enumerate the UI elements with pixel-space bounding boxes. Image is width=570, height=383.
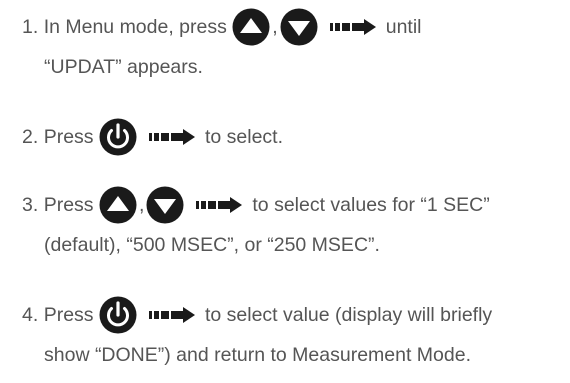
step-text: Press — [43, 126, 94, 148]
step-3: 3. Press , to select values for “1 SEC” … — [22, 185, 490, 265]
power-button-icon — [99, 296, 137, 334]
step-text: until — [385, 16, 422, 38]
arrow-right-icon — [148, 307, 195, 323]
step-text: “UPDAT” appears. — [44, 56, 203, 78]
separator-comma: , — [138, 194, 145, 216]
step-text: show “DONE”) and return to Measurement M… — [44, 344, 472, 366]
arrow-right-icon — [196, 197, 243, 213]
step-text: to select value (display will briefly — [204, 304, 493, 326]
step-text: to select values for “1 SEC” — [252, 194, 490, 216]
up-button-icon — [99, 186, 137, 224]
step-number: 3. — [22, 194, 39, 216]
step-number: 4. — [22, 304, 39, 326]
step-number: 2. — [22, 126, 39, 148]
separator-comma: , — [272, 16, 278, 38]
down-button-icon — [280, 8, 318, 46]
power-button-icon — [99, 118, 137, 156]
step-text: Press — [43, 304, 94, 326]
step-text: (default), “500 MSEC”, or “250 MSEC”. — [44, 234, 380, 256]
step-text: In Menu mode, press — [43, 16, 227, 38]
arrow-right-icon — [329, 19, 376, 35]
up-button-icon — [232, 8, 270, 46]
step-text: Press — [43, 194, 94, 216]
step-number: 1. — [22, 16, 39, 38]
step-text: to select. — [204, 126, 284, 148]
step-4: 4. Press to select value (display will b… — [22, 295, 492, 375]
down-button-icon — [146, 186, 184, 224]
step-2: 2. Press to select. — [22, 117, 283, 157]
instructions: 1. In Menu mode, press , until “UPDAT” a… — [0, 0, 570, 383]
arrow-right-icon — [148, 129, 195, 145]
step-1: 1. In Menu mode, press , until “UPDAT” a… — [22, 7, 422, 87]
